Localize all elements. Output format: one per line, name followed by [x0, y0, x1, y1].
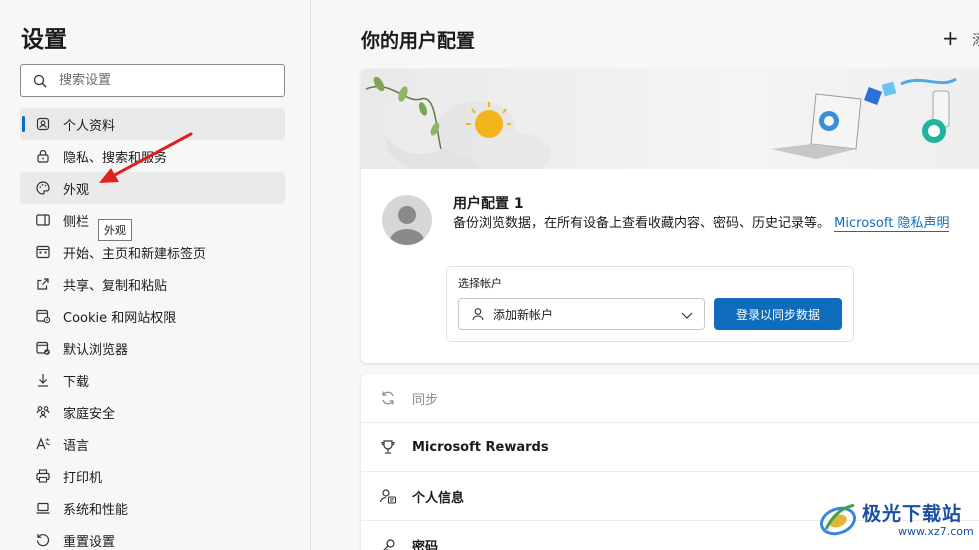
- account-dropdown-value: 添加新帐户: [493, 307, 554, 322]
- avatar: [382, 195, 432, 245]
- sidebar-item-label: 开始、主页和新建标签页: [63, 246, 207, 262]
- chevron-down-icon: [680, 308, 694, 325]
- sidebar-item-printers[interactable]: 打印机: [20, 460, 285, 492]
- profile-icon: [35, 116, 51, 132]
- list-item-label: 密码: [412, 540, 439, 550]
- sidebar-item-languages[interactable]: 语言: [20, 428, 285, 460]
- site-permissions-icon: [35, 308, 51, 324]
- main-content: 你的用户配置 + 添: [312, 0, 979, 550]
- watermark-logo-icon: [820, 503, 856, 536]
- watermark-text: 极光下载站: [862, 503, 963, 525]
- profile-description: 备份浏览数据，在所有设备上查看收藏内容、密码、历史记录等。 Microsoft …: [453, 214, 979, 233]
- key-icon: [378, 536, 398, 550]
- family-icon: [35, 404, 51, 420]
- tooltip: 外观: [98, 219, 132, 241]
- sidebar-icon: [35, 212, 51, 228]
- sidebar-item-label: 下载: [63, 374, 90, 390]
- trophy-icon: [378, 437, 398, 457]
- sidebar-item-label: 共享、复制和粘贴: [63, 278, 168, 294]
- person-icon: [471, 307, 485, 321]
- download-icon: [35, 372, 51, 388]
- default-browser-icon: [35, 340, 51, 356]
- account-dropdown[interactable]: 添加新帐户: [458, 298, 705, 330]
- lock-icon: [35, 148, 51, 164]
- sidebar-item-share[interactable]: 共享、复制和粘贴: [20, 268, 285, 300]
- watermark: 极光下载站 www.xz7.com: [818, 495, 978, 550]
- sidebar-item-cookies[interactable]: Cookie 和网站权限: [20, 300, 285, 332]
- search-icon: [33, 74, 47, 87]
- sidebar-item-label: 打印机: [63, 470, 103, 486]
- plus-icon[interactable]: +: [942, 26, 959, 50]
- list-item-label: 同步: [412, 392, 439, 408]
- profile-banner: [361, 69, 979, 176]
- sign-in-sync-button[interactable]: 登录以同步数据: [714, 298, 842, 330]
- sidebar-item-label: 外观: [63, 182, 90, 198]
- settings-sidebar: 设置 个人资料 隐私、搜索和服务 外观 侧栏 开始、主页和新建标签页 共享、复制…: [0, 0, 311, 550]
- personal-info-icon: [378, 486, 398, 506]
- sidebar-item-family-safety[interactable]: 家庭安全: [20, 396, 285, 428]
- account-label: 选择帐户: [458, 277, 502, 290]
- page-title: 你的用户配置: [361, 30, 476, 52]
- profile-description-text: 备份浏览数据，在所有设备上查看收藏内容、密码、历史记录等。: [453, 216, 831, 231]
- share-icon: [35, 276, 51, 292]
- sidebar-item-sidebar[interactable]: 侧栏: [20, 204, 285, 236]
- sidebar-item-label: Cookie 和网站权限: [63, 310, 177, 326]
- sidebar-item-start-home[interactable]: 开始、主页和新建标签页: [20, 236, 285, 268]
- list-item-label: 个人信息: [412, 490, 465, 506]
- add-profile-label[interactable]: 添: [972, 30, 979, 50]
- search-input[interactable]: [59, 73, 259, 88]
- privacy-link[interactable]: Microsoft 隐私声明: [834, 216, 950, 232]
- reset-icon: [35, 532, 51, 548]
- laptop-icon: [35, 500, 51, 516]
- sidebar-item-label: 默认浏览器: [63, 342, 129, 358]
- sidebar-item-label: 语言: [63, 438, 90, 454]
- list-item-sync[interactable]: 同步: [361, 374, 979, 423]
- sidebar-item-label: 系统和性能: [63, 502, 129, 518]
- language-icon: [35, 436, 51, 452]
- list-item-label: Microsoft Rewards: [412, 439, 549, 455]
- list-item-rewards[interactable]: Microsoft Rewards: [361, 423, 979, 472]
- palette-icon: [35, 180, 51, 196]
- sidebar-title: 设置: [21, 27, 67, 53]
- banner-illustration-icon: [365, 76, 957, 176]
- annotation-arrow-icon: [99, 132, 193, 183]
- home-page-icon: [35, 244, 51, 260]
- search-box[interactable]: [20, 64, 285, 97]
- sync-icon: [378, 388, 398, 408]
- printer-icon: [35, 468, 51, 484]
- sidebar-item-label: 侧栏: [63, 214, 90, 230]
- sidebar-item-downloads[interactable]: 下载: [20, 364, 285, 396]
- sidebar-item-system[interactable]: 系统和性能: [20, 492, 285, 524]
- watermark-url: www.xz7.com: [898, 525, 974, 538]
- sidebar-item-label: 重置设置: [63, 534, 116, 550]
- sidebar-item-reset[interactable]: 重置设置: [20, 524, 285, 550]
- account-box: 选择帐户 添加新帐户 登录以同步数据: [446, 266, 854, 342]
- profile-card: 用户配置 1 备份浏览数据，在所有设备上查看收藏内容、密码、历史记录等。 Mic…: [361, 69, 979, 363]
- sidebar-item-default-browser[interactable]: 默认浏览器: [20, 332, 285, 364]
- sidebar-item-label: 家庭安全: [63, 406, 116, 422]
- profile-name: 用户配置 1: [453, 196, 524, 212]
